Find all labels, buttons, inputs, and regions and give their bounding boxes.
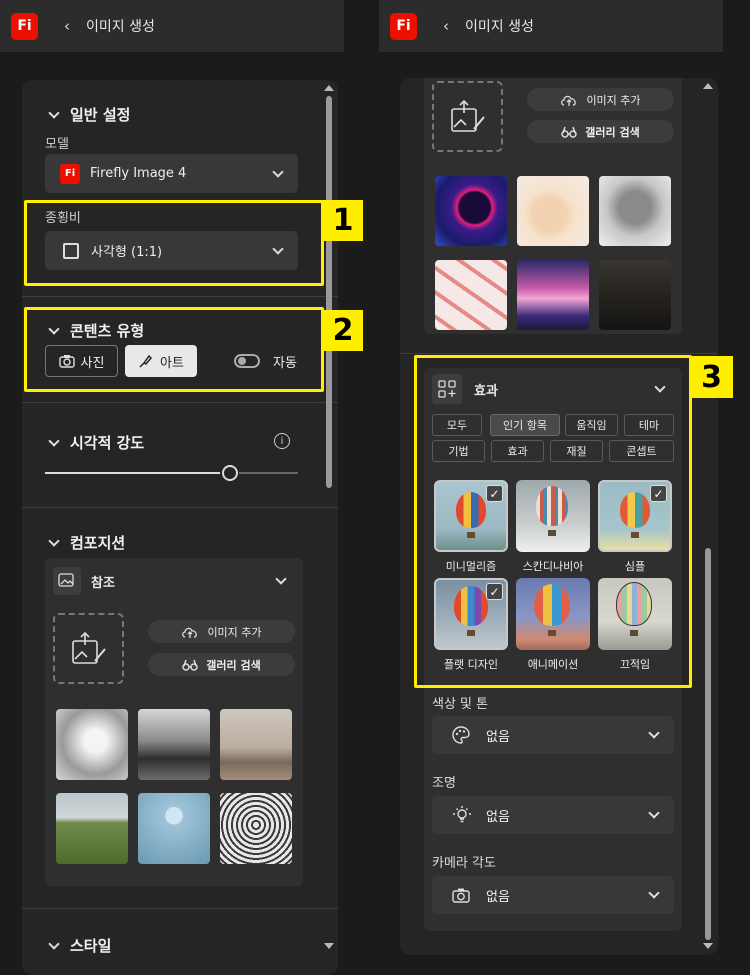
scroll-up-arrow[interactable] (703, 83, 713, 89)
color-tone-value: 없음 (486, 729, 510, 745)
general-settings-header[interactable]: 일반 설정 (48, 104, 131, 125)
gallery-search-button[interactable]: 갤러리 검색 (527, 120, 674, 143)
reference-card-continued: 이미지 추가 갤러리 검색 (424, 78, 682, 334)
reference-image-icon (53, 567, 81, 595)
firefly-logo-icon: Fi (390, 12, 417, 40)
image-drop-zone[interactable] (432, 81, 503, 152)
info-icon[interactable]: i (274, 433, 290, 449)
reference-header[interactable]: 참조 (53, 566, 295, 596)
page-title: 이미지 생성 (465, 19, 534, 35)
gallery-thumb-clouds[interactable] (517, 260, 589, 330)
chevron-down-icon (48, 534, 60, 547)
general-settings-title: 일반 설정 (70, 106, 131, 124)
add-image-button[interactable]: 이미지 추가 (527, 88, 674, 111)
cloud-upload-icon (561, 95, 577, 106)
palette-icon (452, 726, 470, 744)
gallery-search-label: 갤러리 검색 (585, 125, 640, 139)
lighting-value: 없음 (486, 809, 510, 825)
gallery-search-button[interactable]: 갤러리 검색 (148, 653, 295, 676)
chevron-down-icon (275, 573, 287, 585)
reference-card: 참조 이미지 추가 갤러리 검색 (45, 558, 303, 886)
color-tone-dropdown[interactable]: 없음 (432, 716, 674, 754)
back-button[interactable]: ‹ (64, 17, 70, 35)
style-title: 스타일 (70, 937, 112, 955)
scroll-down-arrow[interactable] (703, 943, 713, 949)
chevron-down-icon (648, 807, 660, 819)
highlight-box-3 (414, 355, 692, 688)
left-header: Fi ‹ 이미지 생성 (0, 0, 344, 52)
gallery-search-label: 갤러리 검색 (206, 658, 261, 672)
camera-angle-dropdown[interactable]: 없음 (432, 876, 674, 914)
camera-angle-label: 카메라 각도 (432, 856, 496, 871)
right-scrollbar-thumb[interactable] (705, 548, 711, 940)
reference-thumb-landscape[interactable] (138, 709, 210, 780)
composition-title: 컴포지션 (70, 534, 126, 552)
visual-intensity-header[interactable]: 시각적 강도 (48, 432, 145, 453)
gallery-thumb-statue[interactable] (599, 176, 671, 246)
composition-header[interactable]: 컴포지션 (48, 532, 126, 553)
divider (400, 353, 718, 354)
reference-thumb-owl[interactable] (220, 793, 292, 864)
scroll-up-arrow[interactable] (324, 85, 334, 91)
add-image-label: 이미지 추가 (207, 625, 262, 639)
page-title: 이미지 생성 (86, 19, 155, 35)
lightbulb-icon (453, 806, 471, 823)
slider-handle[interactable] (222, 465, 238, 481)
style-header[interactable]: 스타일 (48, 935, 112, 956)
back-button[interactable]: ‹ (443, 17, 449, 35)
color-tone-label: 색상 및 톤 (432, 697, 489, 712)
model-value: Firefly Image 4 (90, 166, 187, 181)
slider-track-empty (239, 472, 298, 474)
model-label: 모델 (45, 137, 69, 152)
camera-angle-value: 없음 (486, 889, 510, 905)
highlight-box-2 (24, 307, 324, 392)
divider (22, 507, 338, 508)
left-scrollbar-thumb[interactable] (326, 96, 332, 488)
reference-label: 참조 (91, 575, 115, 591)
slider-track-filled (45, 472, 220, 474)
reference-thumb-interior[interactable] (220, 709, 292, 780)
highlight-box-1 (24, 200, 324, 286)
reference-thumb-road[interactable] (56, 793, 128, 864)
image-drop-zone[interactable] (53, 613, 124, 684)
gallery-thumb-man-suit[interactable] (599, 260, 671, 330)
scroll-down-arrow[interactable] (324, 943, 334, 949)
binoculars-icon (182, 659, 199, 671)
upload-image-icon (71, 631, 106, 664)
gallery-thumb-thumbs-up[interactable] (517, 176, 589, 246)
chevron-down-icon (648, 887, 660, 899)
firefly-model-icon: Fi (60, 163, 80, 184)
chevron-down-icon (48, 937, 60, 950)
add-image-button[interactable]: 이미지 추가 (148, 620, 295, 643)
gallery-thumb-pattern[interactable] (435, 260, 507, 330)
model-dropdown[interactable]: Fi Firefly Image 4 (45, 154, 298, 193)
visual-intensity-title: 시각적 강도 (70, 434, 145, 452)
divider (22, 908, 338, 909)
right-header: Fi ‹ 이미지 생성 (379, 0, 723, 52)
divider (22, 296, 338, 297)
upload-image-icon (450, 99, 485, 132)
chevron-down-icon (48, 106, 60, 119)
reference-thumb-sphere[interactable] (138, 793, 210, 864)
firefly-logo-icon: Fi (11, 12, 38, 40)
divider (22, 402, 338, 403)
add-image-label: 이미지 추가 (586, 93, 641, 107)
lighting-dropdown[interactable]: 없음 (432, 796, 674, 834)
camera-icon (452, 888, 470, 903)
cloud-upload-icon (182, 627, 198, 638)
visual-intensity-slider[interactable] (45, 463, 298, 483)
chevron-down-icon (48, 434, 60, 447)
chevron-down-icon (648, 727, 660, 739)
lighting-label: 조명 (432, 776, 456, 791)
badge-2: 2 (323, 310, 363, 351)
chevron-down-icon (272, 165, 284, 178)
reference-thumb-bird[interactable] (56, 709, 128, 780)
binoculars-icon (561, 126, 578, 138)
badge-1: 1 (323, 200, 363, 241)
gallery-thumb-neon-dancer[interactable] (435, 176, 507, 246)
badge-3: 3 (690, 356, 733, 398)
